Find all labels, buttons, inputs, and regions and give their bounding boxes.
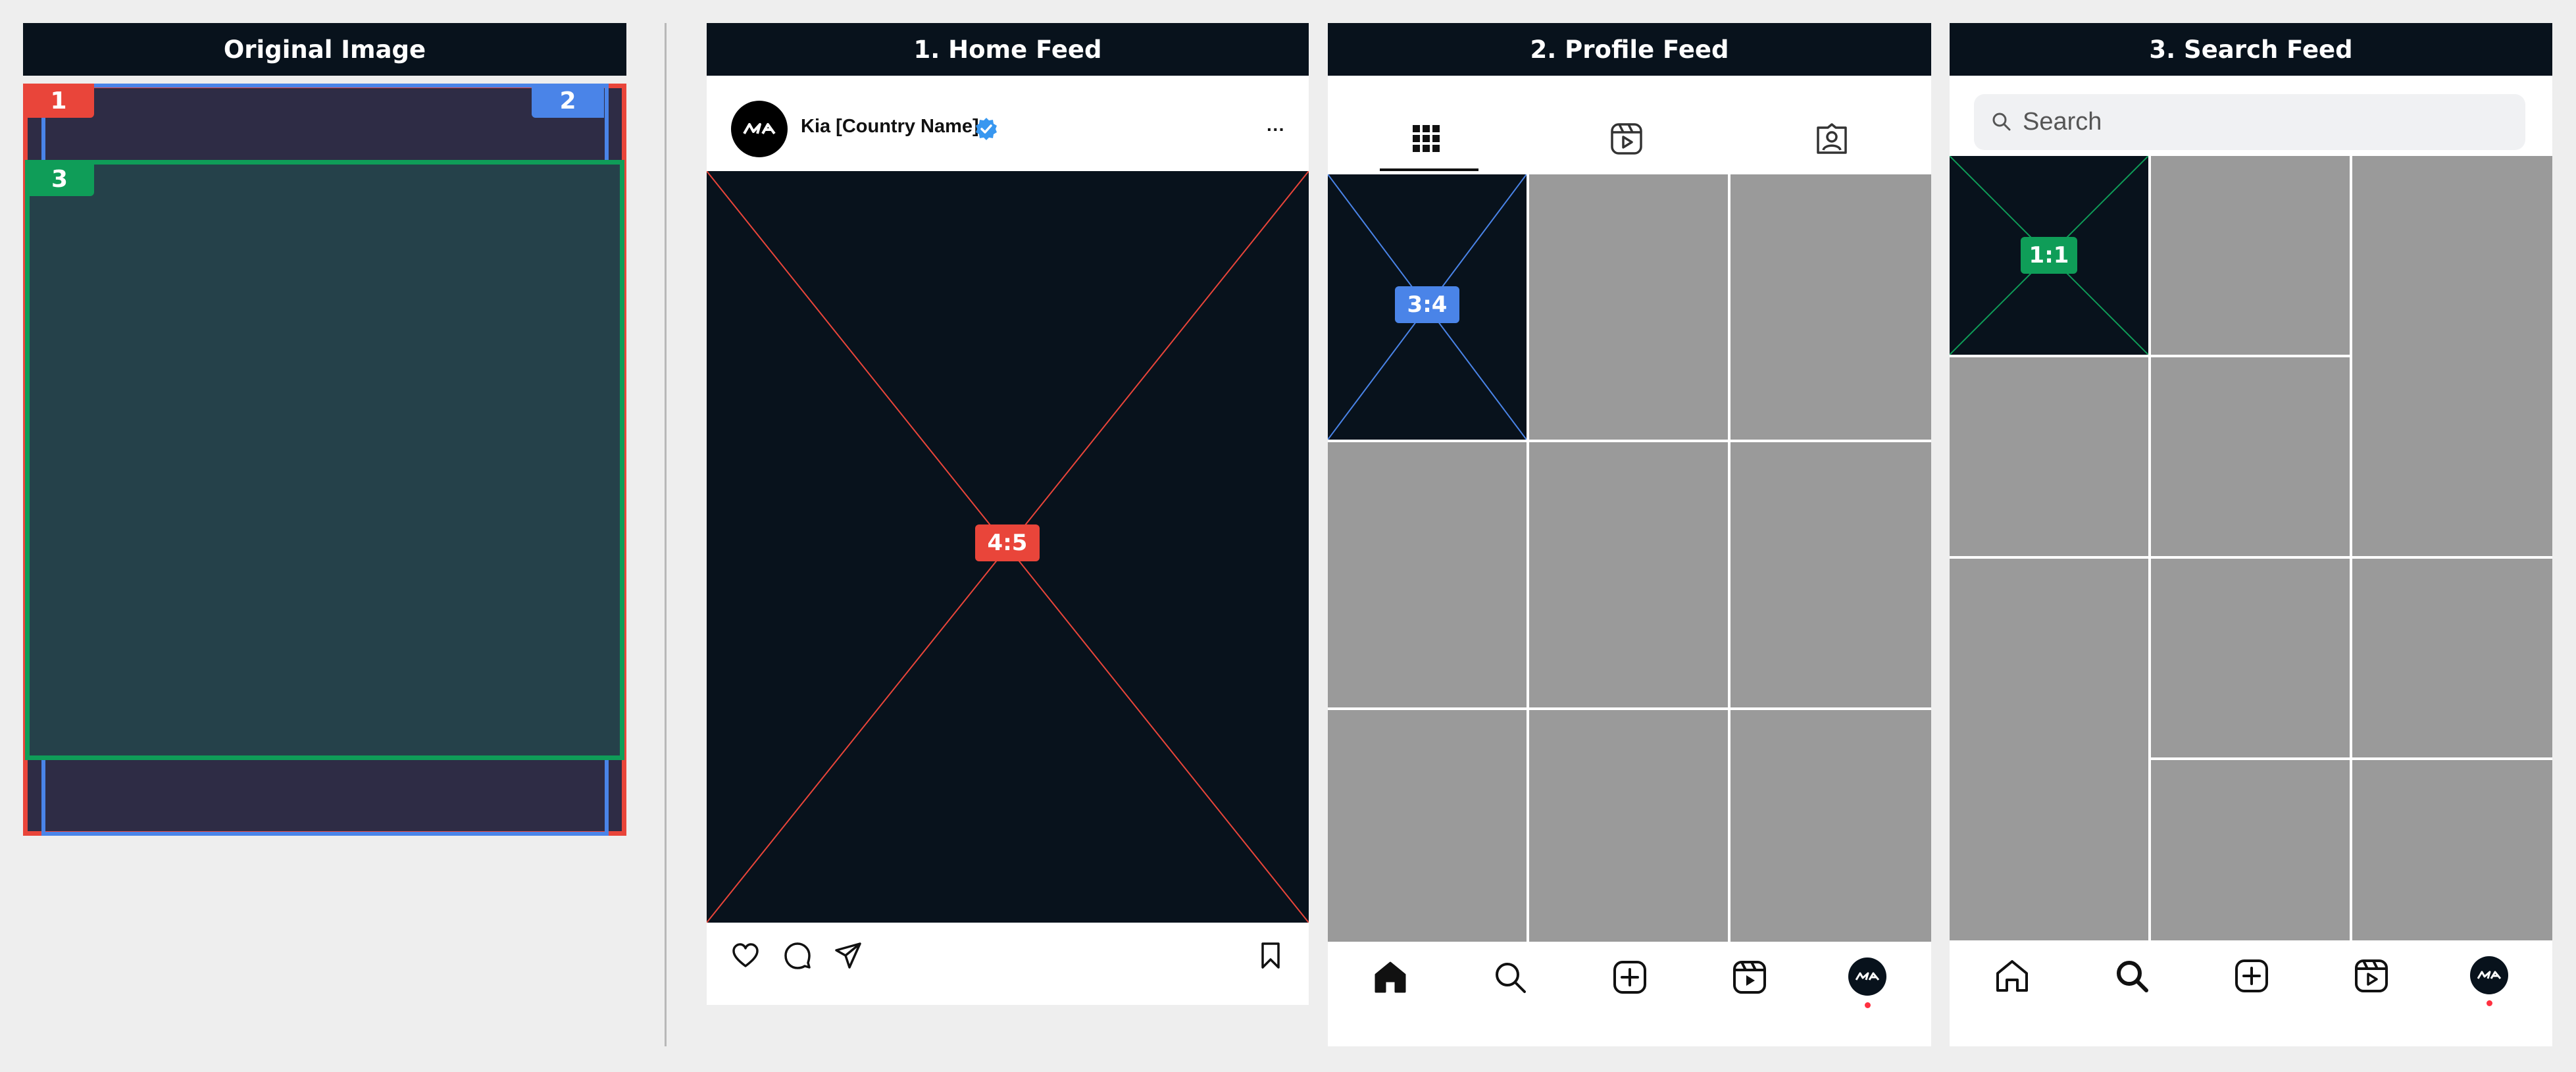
original-image-title: Original Image — [223, 35, 426, 64]
profile-avatar[interactable] — [1848, 957, 1886, 996]
profile-feed-title: 2. Profile Feed — [1530, 35, 1729, 64]
home-feed-header: 1. Home Feed — [707, 23, 1309, 76]
search-icon[interactable] — [2112, 956, 2152, 996]
original-tag-1: 1 — [23, 84, 94, 118]
kia-avatar[interactable] — [731, 101, 788, 157]
explore-tile[interactable] — [2151, 760, 2350, 940]
notification-dot — [1865, 1002, 1871, 1008]
original-tag-3: 3 — [25, 162, 94, 196]
search-feed-header: 3. Search Feed — [1950, 23, 2552, 76]
original-image-header: Original Image — [23, 23, 626, 76]
search-screen: Search 1:1 — [1950, 76, 2552, 1046]
bookmark-icon[interactable] — [1255, 940, 1286, 971]
explore-tile[interactable] — [2151, 357, 2350, 556]
kia-logo-icon — [743, 123, 776, 135]
post-username[interactable]: Kia [Country Name] — [801, 116, 979, 138]
notification-dot — [2487, 1000, 2492, 1006]
search-field-icon — [1988, 109, 2015, 135]
search-feed-title: 3. Search Feed — [2149, 35, 2353, 64]
reels-icon[interactable] — [1730, 957, 1769, 997]
profile-tile[interactable] — [1529, 174, 1728, 440]
home-icon[interactable] — [1371, 957, 1410, 997]
profile-tile[interactable] — [1730, 174, 1931, 440]
explore-tile-tall[interactable] — [2352, 156, 2552, 556]
explore-tile[interactable] — [2352, 760, 2552, 940]
original-tag-2: 2 — [532, 84, 604, 118]
grid-icon[interactable] — [1407, 119, 1446, 159]
profile-tile[interactable] — [1328, 710, 1527, 942]
home-post-card: Kia [Country Name] ··· 4:5 — [707, 76, 1309, 1005]
profile-tile[interactable] — [1529, 710, 1728, 942]
home-icon[interactable] — [1992, 956, 2032, 996]
explore-tile-tall[interactable] — [1950, 559, 2148, 940]
profile-avatar[interactable] — [2470, 956, 2508, 994]
profile-tile[interactable] — [1529, 442, 1728, 707]
add-icon[interactable] — [1610, 957, 1650, 997]
share-icon[interactable] — [832, 940, 864, 971]
explore-tile[interactable] — [2151, 559, 2350, 757]
verified-badge-icon — [974, 116, 999, 141]
home-ratio-badge: 4:5 — [975, 524, 1040, 561]
profile-feed-header: 2. Profile Feed — [1328, 23, 1931, 76]
profile-tile[interactable] — [1730, 710, 1931, 942]
safe-area-green-frame — [25, 160, 624, 760]
search-bar[interactable]: Search — [1974, 94, 2525, 150]
explore-tile[interactable] — [1950, 357, 2148, 556]
search-ratio-badge: 1:1 — [2021, 237, 2077, 274]
home-feed-title: 1. Home Feed — [913, 35, 1102, 64]
search-icon[interactable] — [1490, 957, 1530, 997]
profile-tab-active-underline — [1380, 168, 1478, 171]
profile-screen: 3:4 — [1328, 76, 1931, 1046]
explore-tile[interactable] — [2151, 156, 2350, 355]
reels-icon[interactable] — [2352, 956, 2391, 996]
reels-tab-icon[interactable] — [1607, 119, 1646, 159]
add-icon[interactable] — [2232, 956, 2271, 996]
post-more-icon[interactable]: ··· — [1267, 119, 1285, 140]
comment-icon[interactable] — [782, 940, 813, 971]
profile-ratio-badge: 3:4 — [1395, 286, 1459, 323]
search-placeholder: Search — [2023, 108, 2102, 136]
explore-tile[interactable] — [2352, 559, 2552, 757]
heart-icon[interactable] — [730, 940, 761, 971]
tagged-icon[interactable] — [1812, 119, 1852, 159]
panel-divider — [665, 23, 667, 1046]
profile-tile[interactable] — [1328, 442, 1527, 707]
profile-tile[interactable] — [1730, 442, 1931, 707]
